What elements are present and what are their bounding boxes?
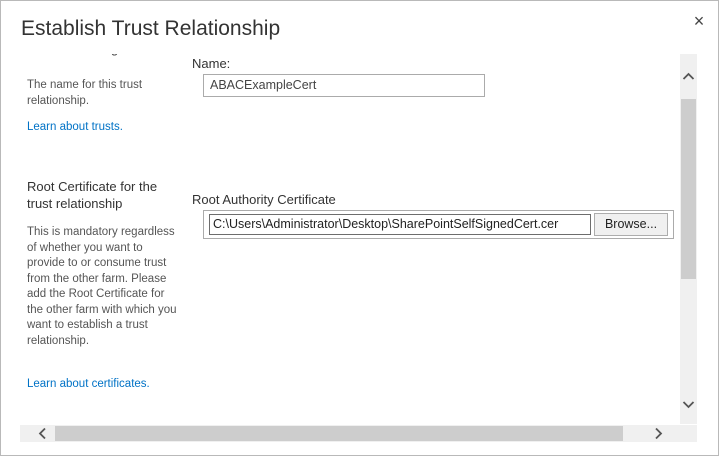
name-input[interactable]: ABACExampleCert <box>203 74 485 97</box>
vertical-scrollbar[interactable] <box>680 54 697 424</box>
chevron-up-icon[interactable] <box>680 68 697 85</box>
chevron-left-icon[interactable] <box>34 425 51 442</box>
dialog: Establish Trust Relationship × g The nam… <box>0 0 719 456</box>
certificate-path-input[interactable]: C:\Users\Administrator\Desktop\SharePoin… <box>209 214 591 235</box>
chevron-right-icon[interactable] <box>650 425 667 442</box>
horizontal-scroll-thumb[interactable] <box>55 426 623 441</box>
name-label: Name: <box>192 56 231 71</box>
certificate-description: This is mandatory regardless of whether … <box>27 226 177 347</box>
certificate-section-title: Root Certificate for the trust relations… <box>27 179 158 211</box>
dialog-content: g The name for this trust relationship. … <box>20 54 680 424</box>
file-upload-control: C:\Users\Administrator\Desktop\SharePoin… <box>203 210 674 239</box>
browse-button[interactable]: Browse... <box>594 213 668 236</box>
chevron-down-icon[interactable] <box>680 396 697 413</box>
learn-about-certificates-link[interactable]: Learn about certificates. <box>27 378 150 390</box>
close-icon[interactable]: × <box>689 11 709 31</box>
name-description: The name for this trust relationship. <box>27 79 143 107</box>
vertical-scroll-thumb[interactable] <box>681 99 696 279</box>
horizontal-scrollbar[interactable] <box>20 425 697 442</box>
section-heading-clipped: g <box>111 54 118 56</box>
learn-about-trusts-link[interactable]: Learn about trusts. <box>27 121 123 133</box>
root-authority-certificate-label: Root Authority Certificate <box>192 192 336 207</box>
dialog-title: Establish Trust Relationship <box>21 17 281 40</box>
